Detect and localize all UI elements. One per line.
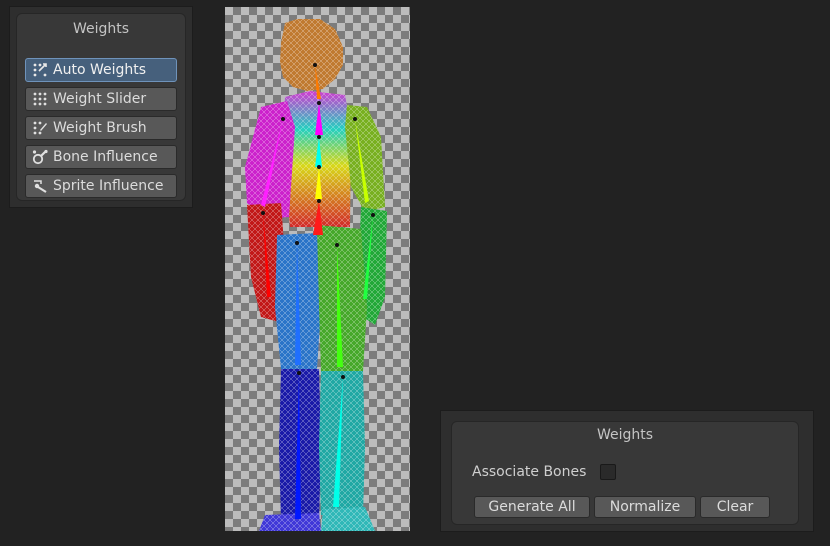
weight-brush-button[interactable]: Weight Brush <box>25 116 177 140</box>
weight-slider-button[interactable]: Weight Slider <box>25 87 177 111</box>
sprite-influence-button[interactable]: Sprite Influence <box>25 174 177 198</box>
character-mesh <box>245 19 387 531</box>
bone-influence-icon <box>31 148 49 166</box>
clear-button[interactable]: Clear <box>700 496 770 518</box>
associate-bones-checkbox[interactable] <box>600 464 617 480</box>
auto-weights-icon <box>31 61 49 79</box>
weight-brush-icon <box>31 119 49 137</box>
bone-influence-button[interactable]: Bone Influence <box>25 145 177 169</box>
normalize-button[interactable]: Normalize <box>594 496 696 518</box>
weight-brush-label: Weight Brush <box>53 120 147 136</box>
weight-slider-label: Weight Slider <box>53 91 147 107</box>
sprite-influence-icon <box>31 177 49 195</box>
weights-panel-window: Weights Associate Bones Generate All Nor… <box>440 410 814 532</box>
weights-toolbar-window: Weights Auto Weights Weight Slider Weigh… <box>9 6 193 208</box>
generate-all-button[interactable]: Generate All <box>474 496 590 518</box>
bone-influence-label: Bone Influence <box>53 149 158 165</box>
sprite-canvas[interactable] <box>225 7 410 531</box>
weights-panel-title: Weights <box>596 427 654 443</box>
associate-bones-row: Associate Bones <box>472 464 617 480</box>
auto-weights-label: Auto Weights <box>53 62 147 78</box>
weight-slider-icon <box>31 90 49 108</box>
associate-bones-label: Associate Bones <box>472 464 587 480</box>
weights-toolbar-panel: Weights Auto Weights Weight Slider Weigh… <box>16 13 186 201</box>
auto-weights-button[interactable]: Auto Weights <box>25 58 177 82</box>
sprite-influence-label: Sprite Influence <box>53 178 164 194</box>
weights-panel: Weights Associate Bones Generate All Nor… <box>451 421 799 525</box>
toolbar-title: Weights <box>72 21 130 37</box>
